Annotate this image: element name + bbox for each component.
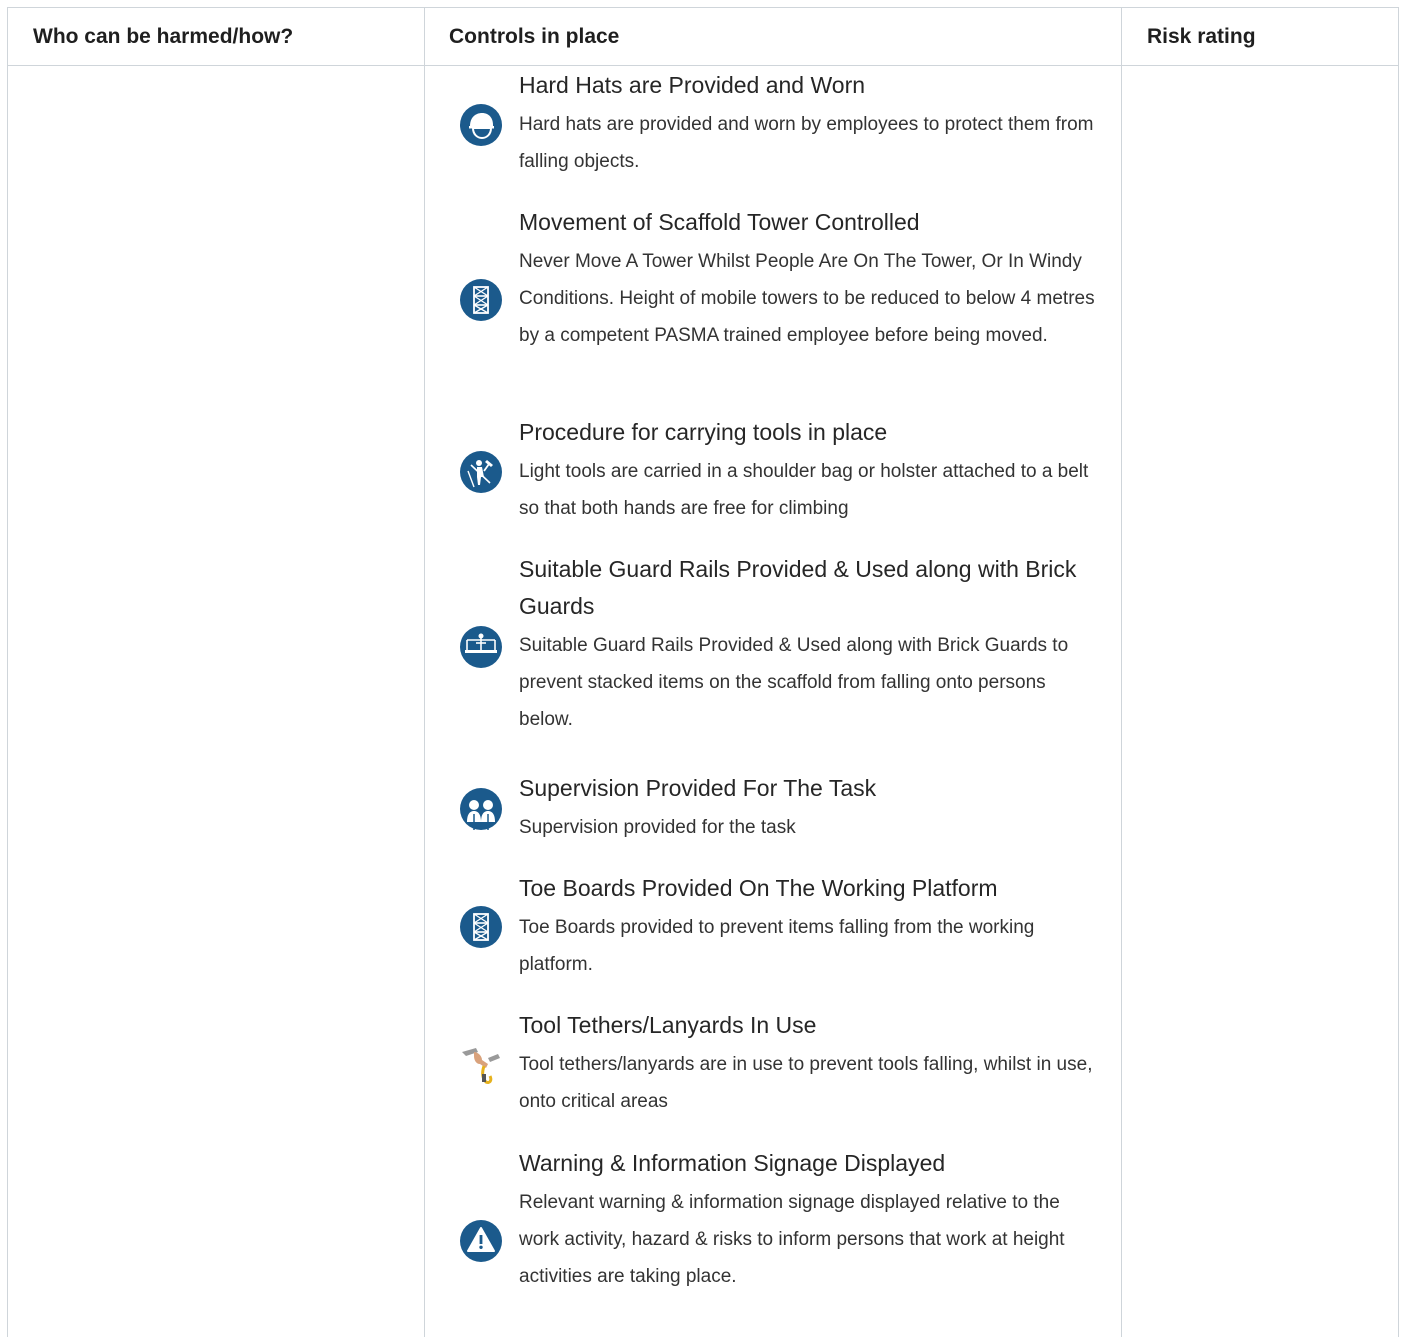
control-description: Tool tethers/lanyards are in use to prev… (519, 1054, 1093, 1112)
control-description: Toe Boards provided to prevent items fal… (519, 917, 1035, 975)
control-title: Hard Hats are Provided and Worn (519, 72, 866, 98)
header-controls-in-place: Controls in place (449, 25, 620, 48)
hard-hat-icon (460, 104, 502, 146)
tool-carrying-icon (460, 451, 502, 493)
table-header-row: Who can be harmed/how? Controls in place… (8, 8, 1398, 66)
control-title: Suitable Guard Rails Provided & Used alo… (519, 556, 1077, 619)
control-description: Supervision provided for the task (519, 817, 796, 838)
control-description: Relevant warning & information signage d… (519, 1192, 1065, 1287)
guard-rail-icon (460, 626, 502, 668)
control-description: Light tools are carried in a shoulder ba… (519, 461, 1089, 519)
header-risk-rating: Risk rating (1147, 25, 1256, 48)
scaffold-tower-icon (460, 279, 502, 321)
risk-assessment-table: Who can be harmed/how? Controls in place… (7, 7, 1399, 1337)
column-divider (1121, 8, 1122, 1337)
supervision-icon (460, 788, 502, 830)
scaffold-tower-icon (460, 906, 502, 948)
control-title: Supervision Provided For The Task (519, 775, 877, 801)
control-title: Warning & Information Signage Displayed (519, 1150, 946, 1176)
tool-tether-icon (460, 1044, 502, 1086)
control-title: Procedure for carrying tools in place (519, 419, 888, 445)
control-title: Tool Tethers/Lanyards In Use (519, 1012, 817, 1038)
warning-icon (460, 1220, 502, 1262)
control-description: Hard hats are provided and worn by emplo… (519, 114, 1094, 172)
control-title: Movement of Scaffold Tower Controlled (519, 209, 920, 235)
column-divider (424, 8, 425, 1337)
control-description: Never Move A Tower Whilst People Are On … (519, 251, 1095, 346)
control-title: Toe Boards Provided On The Working Platf… (519, 875, 998, 901)
header-who-can-be-harmed: Who can be harmed/how? (33, 25, 294, 48)
control-description: Suitable Guard Rails Provided & Used alo… (519, 635, 1069, 730)
